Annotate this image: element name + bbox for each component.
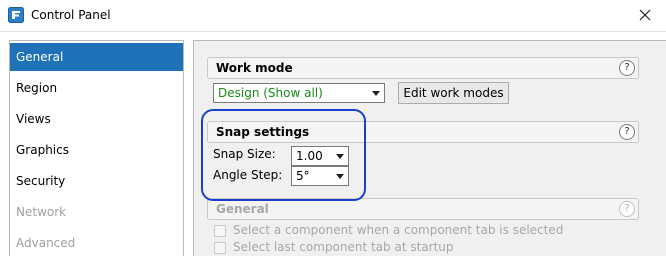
work-mode-select-value: Design (Show all) <box>218 86 323 100</box>
edit-work-modes-button[interactable]: Edit work modes <box>398 82 509 104</box>
title-bar: Control Panel <box>0 0 666 32</box>
snap-size-select[interactable]: 1.00 <box>291 146 349 166</box>
work-mode-title: Work mode <box>216 61 293 75</box>
select-component-label: Select a component when a component tab … <box>233 223 564 237</box>
select-last-tab-checkbox <box>214 242 226 254</box>
control-panel-app-icon <box>8 7 24 23</box>
snap-size-label: Snap Size: <box>213 147 276 161</box>
general-section-header: General ? <box>207 198 639 220</box>
sidebar-item-views[interactable]: Views <box>10 105 183 133</box>
window-title: Control Panel <box>31 8 111 22</box>
general-help-icon: ? <box>619 201 635 217</box>
select-component-checkbox <box>214 225 226 237</box>
sidebar-item-security[interactable]: Security <box>10 167 183 195</box>
snap-settings-help-icon[interactable]: ? <box>619 124 635 140</box>
work-mode-select[interactable]: Design (Show all) <box>213 83 385 103</box>
sidebar-item-advanced: Advanced <box>16 236 76 250</box>
angle-step-select[interactable]: 5° <box>291 166 349 186</box>
sidebar-nav: General Region Views Graphics Security N… <box>9 40 184 256</box>
sidebar-item-region[interactable]: Region <box>10 74 183 102</box>
sidebar-item-graphics[interactable]: Graphics <box>10 136 183 164</box>
work-mode-section-header: Work mode ? <box>207 57 639 79</box>
close-icon[interactable] <box>638 8 652 22</box>
angle-step-value: 5° <box>296 169 310 183</box>
general-section-title: General <box>216 202 269 216</box>
angle-step-label: Angle Step: <box>213 168 283 182</box>
chevron-down-icon <box>372 91 380 96</box>
select-last-tab-label: Select last component tab at startup <box>233 240 454 254</box>
sidebar-item-network: Network <box>16 205 67 219</box>
snap-size-value: 1.00 <box>296 149 323 163</box>
snap-settings-section-header: Snap settings ? <box>207 121 639 143</box>
snap-settings-title: Snap settings <box>216 125 310 139</box>
sidebar-item-general[interactable]: General <box>10 43 183 71</box>
chevron-down-icon <box>336 154 344 159</box>
control-panel-window: Control Panel General Region Views Graph… <box>0 0 666 256</box>
work-mode-help-icon[interactable]: ? <box>619 60 635 76</box>
chevron-down-icon <box>336 174 344 179</box>
